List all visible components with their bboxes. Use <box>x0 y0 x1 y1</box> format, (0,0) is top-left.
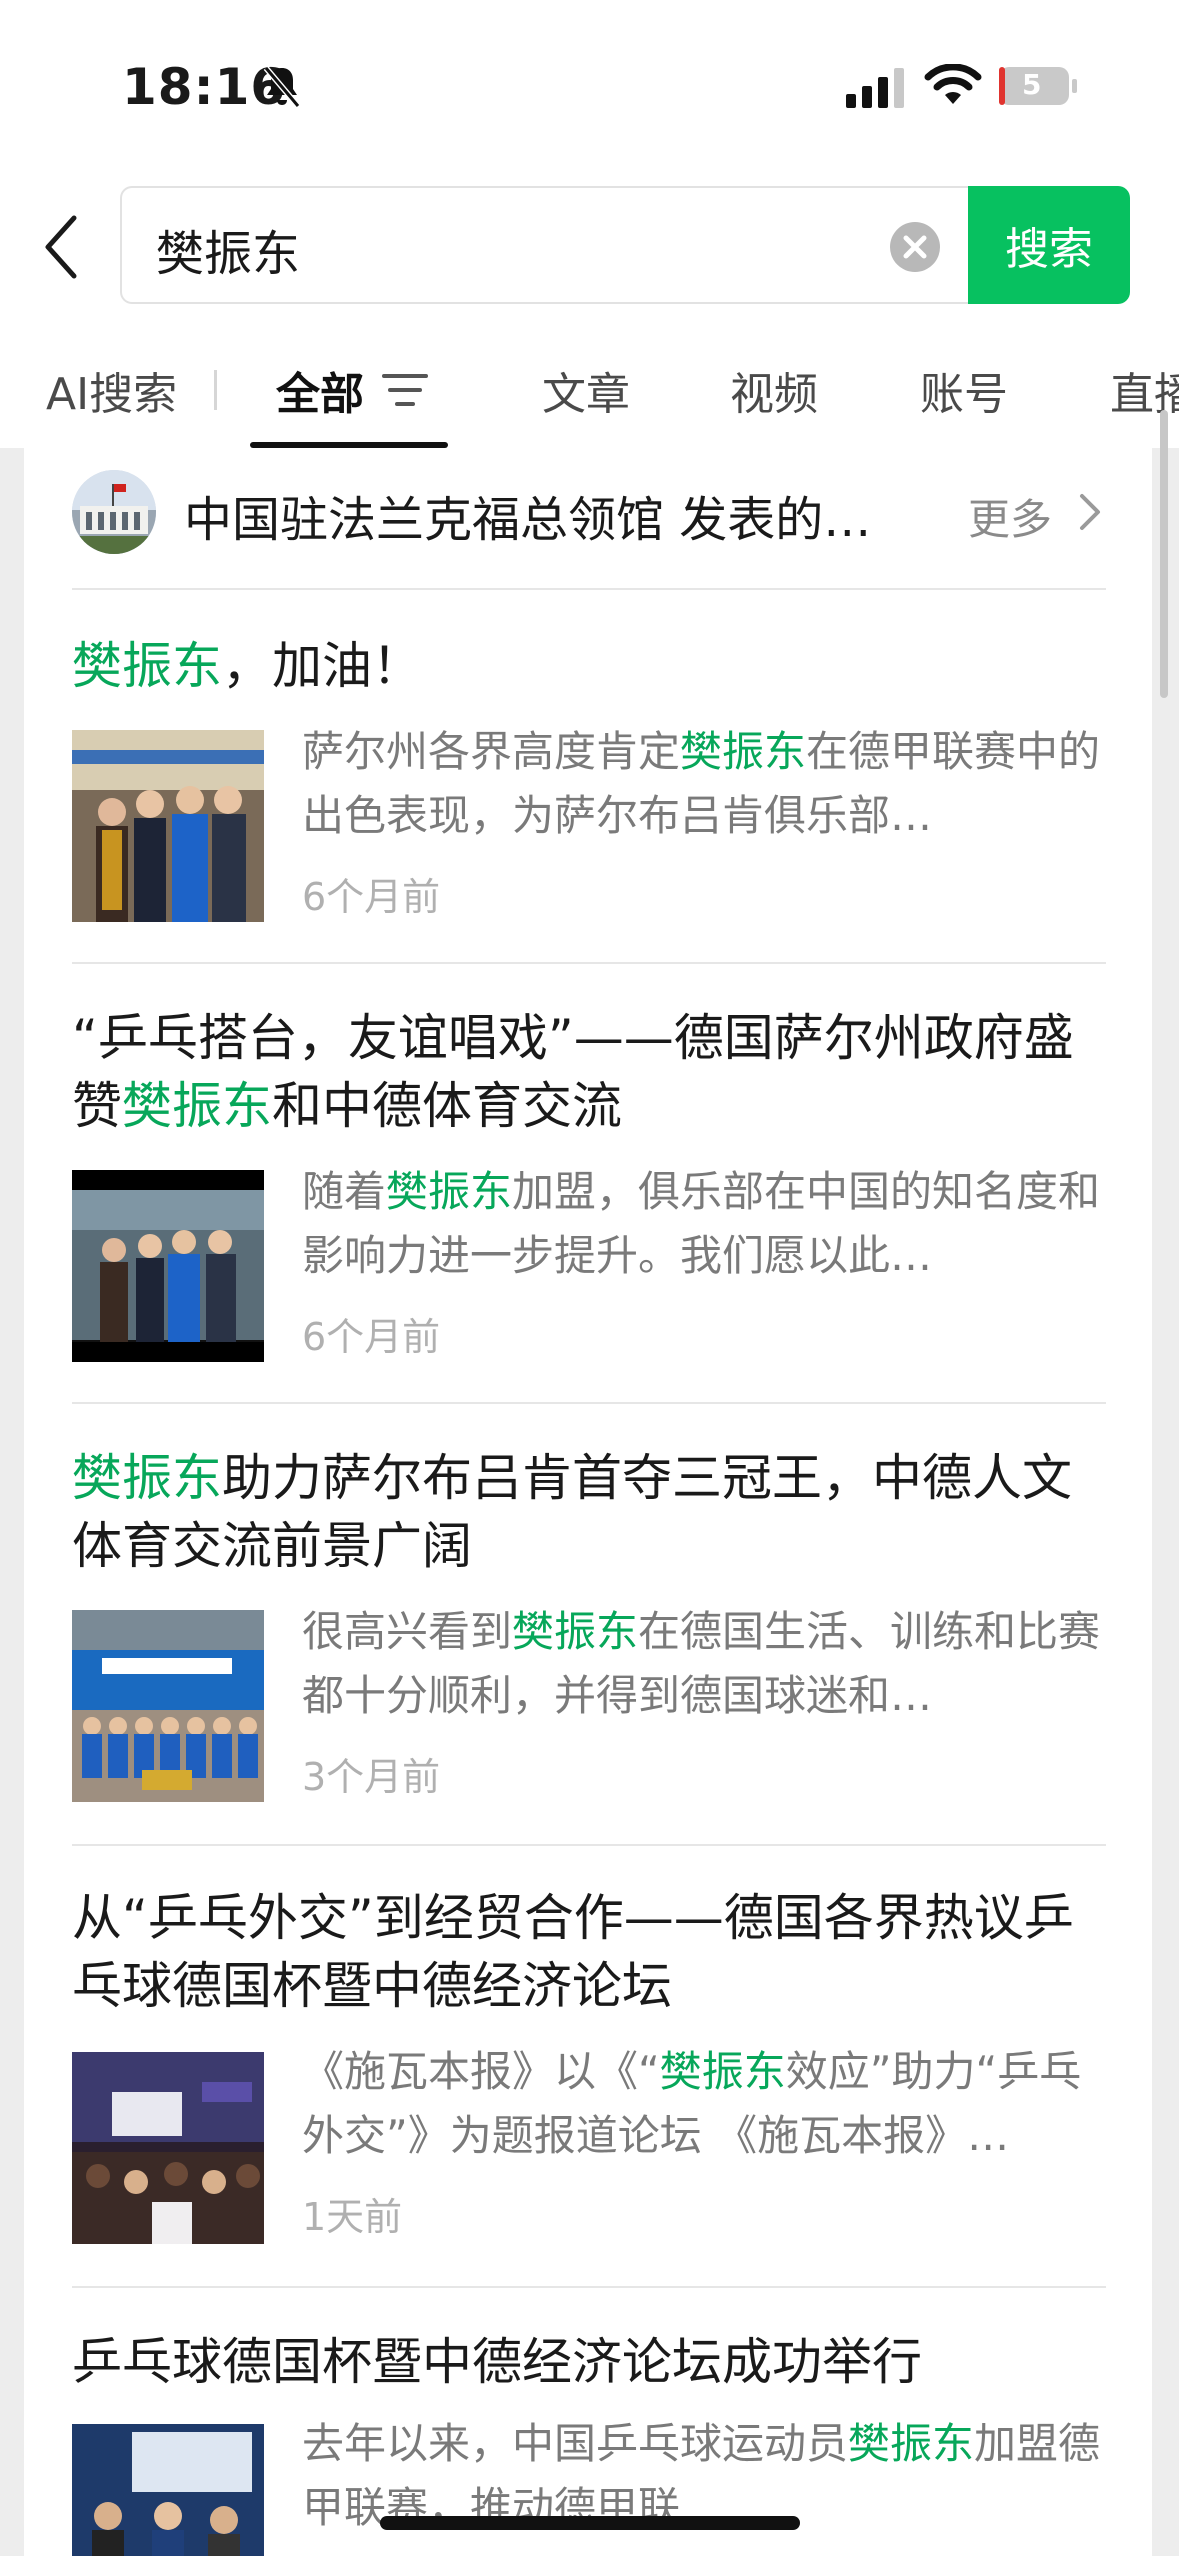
article-snippet: 随着樊振东加盟，俱乐部在中国的知名度和影响力进一步提升。我们愿以此… <box>302 1167 1101 1280</box>
divider <box>72 1844 1106 1846</box>
bell-muted-icon <box>263 66 301 108</box>
article-item[interactable]: 樊振东助力萨尔布吕肯首夺三冠王，中德人文体育交流前景广阔 很高兴看到樊振东在德国… <box>72 1444 1112 1804</box>
battery-icon: 5 <box>998 66 1078 106</box>
divider <box>72 588 1106 590</box>
article-thumbnail <box>72 730 264 922</box>
article-title: 樊振东助力萨尔布吕肯首夺三冠王，中德人文体育交流前景广阔 <box>72 1449 1072 1575</box>
battery-level: 5 <box>1022 68 1042 101</box>
article-time: 1天前 <box>302 2195 403 2239</box>
article-title: 从“乒乓外交”到经贸合作——德国各界热议乒乓球德国杯暨中德经济论坛 <box>72 1889 1074 2015</box>
tab-videos[interactable]: 视频 <box>730 358 818 422</box>
divider <box>72 2286 1106 2288</box>
article-thumbnail <box>72 2052 264 2244</box>
search-query: 樊振东 <box>156 226 301 282</box>
search-button[interactable]: 搜索 <box>968 186 1130 304</box>
back-arrow-icon[interactable] <box>40 212 84 282</box>
article-time: 6个月前 <box>302 875 441 919</box>
article-title: “乒乓搭台，友谊唱戏”——德国萨尔州政府盛赞樊振东和中德体育交流 <box>72 1009 1074 1135</box>
source-title[interactable]: 中国驻法兰克福总领馆 发表的… <box>184 480 944 550</box>
signal-icon <box>846 68 904 108</box>
tab-accounts[interactable]: 账号 <box>920 358 1008 422</box>
article-time: 6个月前 <box>302 1315 441 1359</box>
source-avatar <box>72 470 156 554</box>
tab-live[interactable]: 直播 <box>1110 358 1179 422</box>
article-item[interactable]: 从“乒乓外交”到经贸合作——德国各界热议乒乓球德国杯暨中德经济论坛 《施瓦本报》… <box>72 1884 1112 2244</box>
divider <box>72 962 1106 964</box>
filter-icon[interactable] <box>382 370 428 410</box>
divider <box>72 1402 1106 1404</box>
scrollbar[interactable] <box>1160 410 1168 698</box>
tab-divider <box>214 370 217 410</box>
more-link[interactable]: 更多 <box>968 486 1052 547</box>
article-thumbnail <box>72 1170 264 1362</box>
home-indicator[interactable] <box>380 2516 800 2530</box>
wifi-icon <box>924 64 982 104</box>
article-thumbnail <box>72 1610 264 1802</box>
article-item[interactable]: 樊振东，加油！ 萨尔州各界高度肯定樊振东在德甲联赛中的出色表现，为萨尔布吕肯俱乐… <box>72 632 1112 922</box>
tab-bar: AI搜索 全部 文章 视频 账号 直播 <box>0 340 1179 448</box>
tab-articles[interactable]: 文章 <box>542 358 630 422</box>
article-item[interactable]: “乒乓搭台，友谊唱戏”——德国萨尔州政府盛赞樊振东和中德体育交流 随着樊振东加盟… <box>72 1004 1112 1364</box>
article-snippet: 萨尔州各界高度肯定樊振东在德甲联赛中的出色表现，为萨尔布吕肯俱乐部… <box>302 727 1101 840</box>
article-thumbnail <box>72 2424 264 2556</box>
article-time: 3个月前 <box>302 1755 441 1799</box>
chevron-right-icon[interactable] <box>1078 492 1102 532</box>
search-input[interactable]: 樊振东 <box>120 186 1000 304</box>
tab-ai-search[interactable]: AI搜索 <box>46 358 177 422</box>
tab-all[interactable]: 全部 <box>276 358 364 422</box>
article-title: 乒乓球德国杯暨中德经济论坛成功举行 <box>72 2333 922 2391</box>
source-header[interactable]: 中国驻法兰克福总领馆 发表的… 更多 <box>48 470 1108 580</box>
clear-search-icon[interactable] <box>890 222 940 272</box>
article-snippet: 《施瓦本报》以《“樊振东效应”助力“乒乓外交”》为题报道论坛 《施瓦本报》… <box>302 2047 1082 2160</box>
article-snippet: 很高兴看到樊振东在德国生活、训练和比赛都十分顺利，并得到德国球迷和… <box>302 1607 1101 1720</box>
article-title: 樊振东，加油！ <box>72 637 422 695</box>
